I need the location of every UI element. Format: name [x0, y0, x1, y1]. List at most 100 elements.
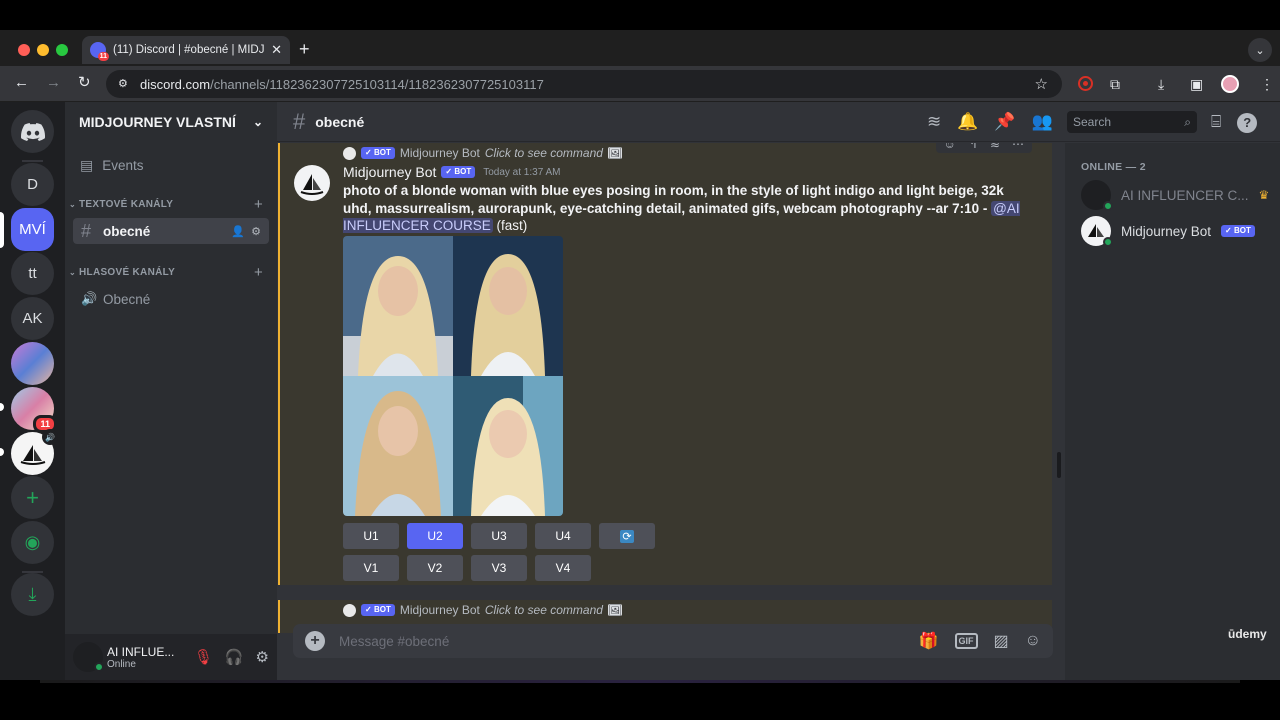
add-channel-icon[interactable]: + [254, 264, 263, 281]
message-composer[interactable]: + Message #obecné 🎁 GIF ▨ ☺ [293, 624, 1053, 658]
reference-text: Click to see command [484, 146, 603, 160]
emoji-icon[interactable]: ☺ [1025, 632, 1041, 650]
window-minimize-button[interactable] [37, 44, 49, 56]
extensions-icon[interactable]: ⧉ [1110, 75, 1120, 93]
discord-favicon-icon: 11 [90, 42, 109, 61]
reply-icon[interactable]: ↰ [968, 143, 978, 151]
tab-close-icon[interactable]: ✕ [271, 42, 282, 58]
generated-image-2[interactable] [453, 236, 563, 376]
channel-obecne[interactable]: # obecné 👤 ⚙ [73, 218, 269, 244]
inbox-icon[interactable]: ⌸ [1211, 113, 1221, 133]
search-placeholder: Search [1073, 115, 1112, 129]
image-icon: 🖼 [607, 604, 622, 617]
generated-image-1[interactable] [343, 236, 453, 376]
server-separator [22, 160, 43, 162]
help-icon[interactable]: ? [1237, 113, 1258, 133]
member-name: AI INFLUENCER C... [1121, 187, 1249, 203]
bot-badge: ✓ BOT [361, 604, 395, 616]
browser-menu-icon[interactable]: ⋮ [1260, 75, 1274, 93]
generated-image-4[interactable] [453, 376, 563, 516]
add-channel-icon[interactable]: + [254, 196, 263, 213]
voice-channel-obecne[interactable]: 🔊 Obecné [73, 286, 269, 312]
reply-reference[interactable]: ✓ BOT Midjourney Bot Click to see comman… [343, 146, 622, 160]
headphones-icon[interactable]: 🎧 [225, 648, 244, 666]
server-d[interactable]: D [11, 163, 54, 206]
member-list-icon[interactable]: 👥 [1032, 113, 1053, 131]
u1-button[interactable]: U1 [343, 523, 399, 549]
chat-scrollbar[interactable] [1057, 452, 1061, 478]
attach-plus-icon[interactable]: + [305, 631, 325, 651]
image-grid[interactable] [343, 236, 563, 516]
message-content: photo of a blonde woman with blue eyes p… [343, 182, 1023, 235]
tab-search-menu-icon[interactable]: ⌄ [1248, 38, 1272, 62]
more-icon[interactable]: ⋯ [1012, 143, 1024, 151]
profile-avatar[interactable] [1221, 75, 1239, 93]
discord-home-icon[interactable] [11, 110, 54, 153]
events-item[interactable]: ▤ Events [65, 148, 277, 182]
explore-compass-icon[interactable]: ◉ [11, 521, 54, 564]
category-text-channels[interactable]: ⌄ TEXTOVÉ KANÁLY + [65, 195, 277, 213]
reroll-button[interactable]: ⟳ [599, 523, 655, 549]
invite-icon[interactable]: 👤 [231, 225, 245, 238]
sticker-icon[interactable]: ▨ [994, 631, 1009, 651]
download-apps-icon[interactable]: ⤓ [11, 573, 54, 616]
server-midjourney-icon[interactable]: 🔊 [11, 429, 58, 475]
hash-icon: # [293, 108, 306, 134]
gift-icon[interactable]: 🎁 [919, 631, 939, 651]
record-extension-icon[interactable] [1078, 76, 1093, 91]
user-info[interactable]: AI INFLUE... Online [107, 645, 186, 670]
member-item[interactable]: AI INFLUENCER C... ♛ [1081, 180, 1270, 211]
new-tab-button[interactable]: + [299, 40, 310, 58]
server-header[interactable]: MIDJOURNEY VLASTNÍ ⌄ [65, 102, 277, 142]
message-input[interactable]: Message #obecné [339, 634, 919, 649]
v2-button[interactable]: V2 [407, 555, 463, 581]
member-item[interactable]: Midjourney Bot ✓ BOT [1081, 216, 1255, 247]
threads-icon[interactable]: ≋ [927, 113, 941, 131]
window-close-button[interactable] [18, 44, 30, 56]
address-bar[interactable]: ⚙ discord.com/channels/11823623077251031… [106, 70, 1062, 98]
search-input[interactable]: Search ⌕ [1067, 111, 1197, 133]
events-label: Events [102, 157, 144, 173]
side-panel-icon[interactable]: ▣ [1190, 75, 1203, 93]
forward-icon[interactable]: → [46, 74, 61, 92]
site-settings-icon[interactable]: ⚙ [118, 78, 130, 90]
browser-tab[interactable]: 11 (11) Discord | #obecné | MIDJ ✕ [82, 36, 290, 64]
reply-reference[interactable]: ✓ BOT Midjourney Bot Click to see comman… [343, 603, 622, 617]
avatar[interactable] [73, 642, 104, 672]
server-angel-icon[interactable]: 11 [11, 387, 57, 433]
category-label: HLASOVÉ KANÁLY [79, 266, 176, 278]
v1-button[interactable]: V1 [343, 555, 399, 581]
u2-button[interactable]: U2 [407, 523, 463, 549]
server-tt[interactable]: tt [11, 252, 54, 295]
gear-icon[interactable]: ⚙ [256, 648, 269, 666]
pin-icon[interactable]: 📌 [994, 113, 1015, 131]
server-mvi[interactable]: MVÍ [11, 208, 54, 251]
add-server-icon[interactable]: + [11, 476, 54, 519]
author-name[interactable]: Midjourney Bot [343, 164, 436, 180]
download-icon[interactable]: ⤓ [1158, 75, 1164, 93]
gif-icon[interactable]: GIF [954, 633, 978, 649]
category-voice-channels[interactable]: ⌄ HLASOVÉ KANÁLY + [65, 263, 277, 281]
v4-button[interactable]: V4 [535, 555, 591, 581]
thread-icon[interactable]: ≋ [990, 143, 1000, 151]
u3-button[interactable]: U3 [471, 523, 527, 549]
timestamp: Today at 1:37 AM [483, 166, 561, 178]
mic-muted-icon[interactable]: 🎙 [194, 648, 213, 666]
bell-icon[interactable]: 🔔 [957, 113, 978, 131]
v3-button[interactable]: V3 [471, 555, 527, 581]
u4-button[interactable]: U4 [535, 523, 591, 549]
window-zoom-button[interactable] [56, 44, 68, 56]
reload-icon[interactable]: ↻ [78, 74, 91, 92]
search-icon: ⌕ [1184, 114, 1191, 129]
avatar[interactable] [294, 165, 330, 201]
back-icon[interactable]: ← [14, 74, 29, 92]
speaker-icon: 🔊 [81, 291, 98, 306]
generated-image-3[interactable] [343, 376, 453, 516]
crown-icon: ♛ [1258, 188, 1270, 202]
server-ak[interactable]: AK [11, 297, 54, 340]
category-label: TEXTOVÉ KANÁLY [79, 198, 174, 210]
gear-icon[interactable]: ⚙ [251, 225, 261, 238]
reaction-icon[interactable]: ☺ [944, 143, 956, 151]
server-fairy-icon[interactable] [11, 342, 54, 385]
bookmark-star-icon[interactable]: ☆ [1035, 75, 1048, 93]
